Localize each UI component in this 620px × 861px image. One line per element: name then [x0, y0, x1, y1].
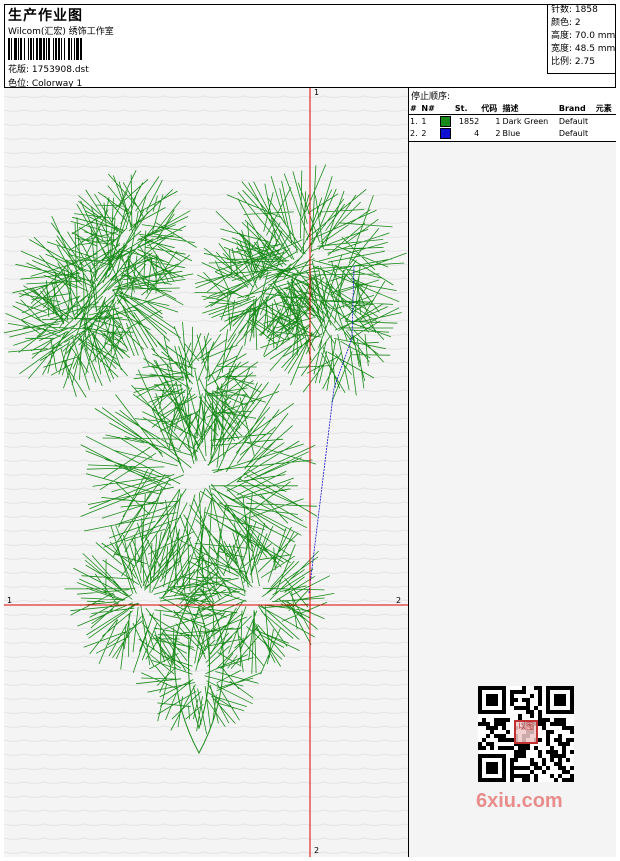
color-swatch — [439, 115, 451, 127]
color-swatch — [439, 127, 451, 139]
stats-box: 针数: 1858 颜色: 2 高度: 70.0 mm 宽度: 48.5 mm 比… — [547, 4, 616, 74]
stop-sequence-title: 停止顺序: — [411, 92, 451, 102]
row-n: 1 — [421, 116, 427, 126]
bottom-left-leaf — [64, 518, 220, 673]
col-brand: Brand — [557, 103, 595, 115]
stop-sequence-header-row: # N# St. 代码 描述 Brand 元素 — [409, 103, 616, 115]
axis-label-left: 1 — [7, 596, 13, 605]
page-title: 生产作业图 — [8, 8, 83, 24]
row-code: 2 — [495, 128, 501, 138]
embroidery-preview — [4, 88, 408, 857]
row-index: 1. — [410, 116, 418, 126]
row-n: 2 — [421, 128, 427, 138]
row-stitches: 4 — [474, 128, 480, 138]
row-brand: Default — [558, 128, 589, 138]
col-n: N# — [420, 103, 439, 115]
design-file-label: 花版: 1753908.dst — [8, 65, 89, 75]
stitch-count: 针数: 1858 — [551, 5, 598, 15]
col-description: 描述 — [501, 103, 558, 115]
stop-sequence-table: # N# St. 代码 描述 Brand 元素 1. 1 1852 1 Dark… — [409, 103, 616, 139]
row-description: Dark Green — [502, 116, 549, 126]
stamp-logo: 以图 — [514, 720, 538, 744]
worksheet-header: 生产作业图 Wilcom(汇宏) 绣饰工作室 花版: 1753908.dst 色… — [4, 4, 616, 89]
row-element — [595, 127, 616, 139]
table-row[interactable]: 1. 1 1852 1 Dark Green Default — [409, 115, 616, 128]
barcode — [8, 38, 140, 60]
col-code: 代码 — [480, 103, 502, 115]
studio-name: Wilcom(汇宏) 绣饰工作室 — [8, 27, 114, 37]
col-index: # — [409, 103, 421, 115]
axis-label-right: 2 — [396, 596, 402, 605]
axis-label-bottom: 2 — [314, 846, 320, 855]
stop-sequence-panel: 停止顺序: # N# St. 代码 描述 Brand 元素 1. 1 1852 … — [409, 88, 616, 142]
col-swatch — [438, 103, 454, 115]
col-element: 元素 — [594, 103, 616, 115]
design-scale: 比例: 2.75 — [551, 57, 595, 67]
watermark-text: 6xiu.com — [476, 790, 563, 812]
row-stitches: 1852 — [458, 116, 480, 126]
design-canvas[interactable]: 1 2 1 2 — [4, 88, 409, 857]
design-width: 宽度: 48.5 mm — [551, 44, 616, 54]
axis-label-top: 1 — [314, 88, 320, 97]
row-element — [595, 115, 616, 128]
col-stitches: St. — [453, 103, 481, 115]
design-height: 高度: 70.0 mm — [551, 31, 616, 41]
row-index: 2. — [410, 128, 418, 138]
table-row[interactable]: 2. 2 4 2 Blue Default — [409, 127, 616, 139]
color-count: 颜色: 2 — [551, 18, 581, 28]
row-brand: Default — [558, 116, 589, 126]
row-code: 1 — [495, 116, 501, 126]
row-description: Blue — [502, 128, 521, 138]
